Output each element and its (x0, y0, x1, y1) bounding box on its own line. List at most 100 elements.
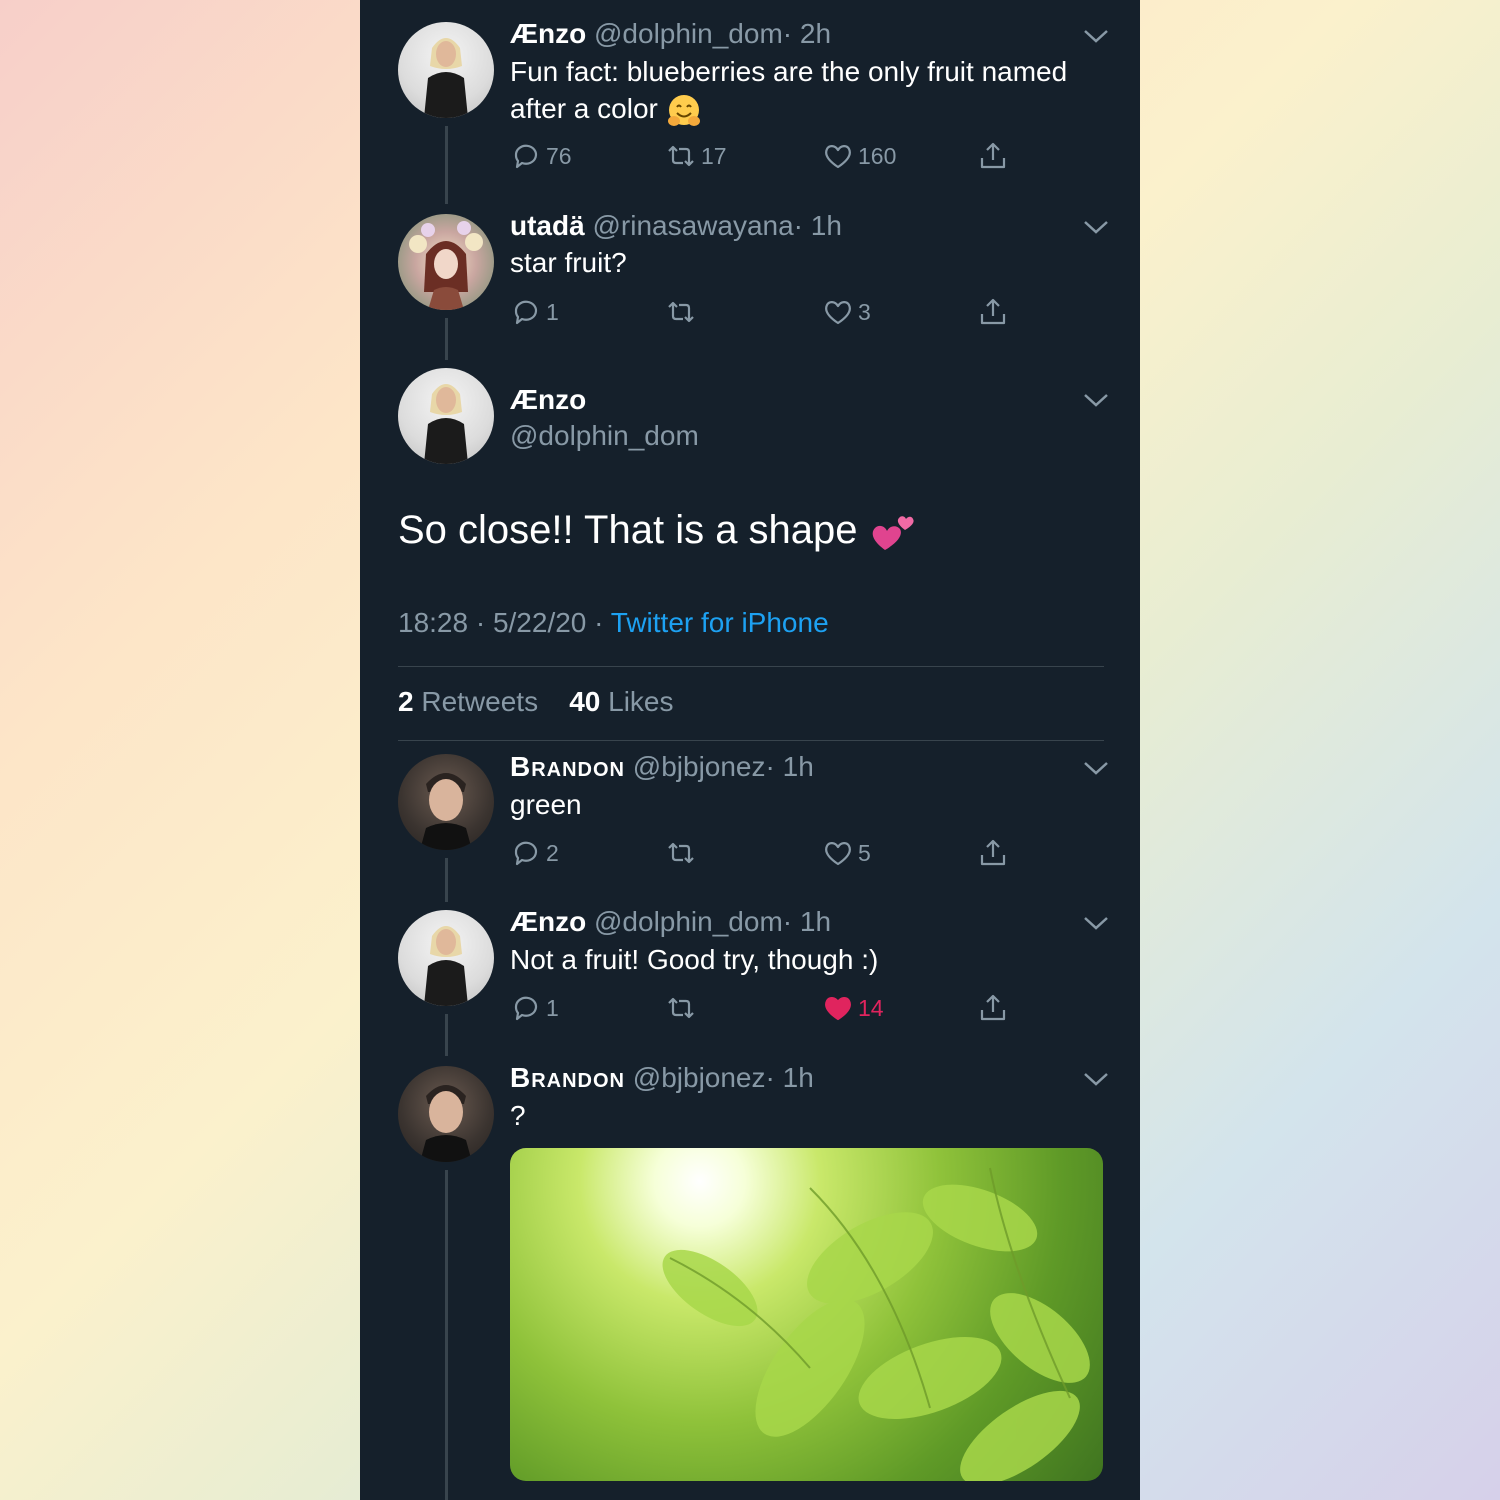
person-avatar-icon (409, 221, 483, 310)
reply-icon (514, 300, 538, 325)
like-count: 3 (858, 298, 871, 325)
reply-button[interactable]: 1 (510, 294, 559, 330)
reply-count: 76 (546, 142, 572, 169)
like-button[interactable]: 3 (822, 294, 871, 330)
retweet-button[interactable]: 17 (665, 138, 727, 174)
heart-icon (825, 145, 851, 169)
tweet-text-content: Fun fact: blueberries are the only fruit… (510, 56, 1068, 124)
reply-count: 1 (546, 994, 559, 1021)
divider (398, 740, 1104, 741)
avatar[interactable] (398, 1066, 494, 1162)
chevron-down-icon[interactable] (1082, 758, 1110, 778)
like-count: 14 (858, 994, 884, 1021)
chevron-down-icon[interactable] (1082, 913, 1110, 933)
like-label: Likes (608, 686, 674, 717)
timestamp[interactable]: · 1h (783, 906, 831, 937)
green-leaves-photo[interactable] (510, 1148, 1103, 1481)
tweet-actions: 1 14 (510, 990, 1030, 1026)
handle[interactable]: @bjbjonez (633, 1062, 766, 1093)
tweet-datetime: 18:28 · 5/22/20 · (398, 607, 604, 638)
handle[interactable]: @bjbjonez (633, 751, 766, 782)
chevron-down-icon[interactable] (1082, 1069, 1110, 1089)
retweet-icon (668, 145, 694, 167)
person-avatar-icon (424, 38, 468, 118)
reply-icon (514, 841, 538, 866)
tweet-header: Brandon @bjbjonez· 1h (510, 751, 1104, 783)
like-button[interactable]: 5 (822, 835, 871, 871)
display-name[interactable]: utadä (510, 210, 585, 241)
share-button[interactable] (977, 294, 1013, 330)
display-name[interactable]: Ænzo (510, 18, 586, 49)
retweets-stat[interactable]: 2 Retweets (398, 686, 538, 717)
like-button[interactable]: 14 (822, 990, 884, 1026)
share-icon (980, 839, 1006, 866)
hugging-face-icon (667, 94, 700, 126)
reply-count: 1 (546, 298, 559, 325)
like-count: 5 (858, 839, 871, 866)
thread-line (445, 858, 448, 902)
tweet-header: Ænzo @dolphin_dom· 1h (510, 906, 1104, 938)
tweet-text: Fun fact: blueberries are the only fruit… (510, 53, 1100, 129)
tweet-text: Not a fruit! Good try, though :) (510, 944, 879, 975)
person-avatar-icon (420, 773, 472, 850)
reply-icon (514, 144, 538, 169)
avatar[interactable] (398, 368, 494, 464)
tweet-header: utadä @rinasawayana· 1h (510, 210, 1104, 242)
share-button[interactable] (977, 138, 1013, 174)
display-name[interactable]: Ænzo (510, 384, 699, 416)
like-count: 160 (858, 142, 897, 169)
retweet-button[interactable] (665, 990, 701, 1026)
handle[interactable]: @dolphin_dom (594, 18, 783, 49)
share-icon (980, 298, 1006, 325)
timestamp[interactable]: · 2h (783, 18, 831, 49)
main-tweet-text-content: So close!! That is a shape (398, 508, 858, 552)
reply-icon (514, 996, 538, 1021)
like-button[interactable]: 160 (822, 138, 896, 174)
main-tweet-text: So close!! That is a shape (398, 508, 917, 554)
chevron-down-icon[interactable] (1082, 217, 1110, 237)
timestamp[interactable]: · 1h (766, 751, 814, 782)
display-name[interactable]: Brandon (510, 751, 625, 782)
display-name[interactable]: Brandon (510, 1062, 625, 1093)
tweet-header: Brandon @bjbjonez· 1h (510, 1062, 1104, 1094)
handle[interactable]: @dolphin_dom (594, 906, 783, 937)
avatar[interactable] (398, 22, 494, 118)
leaves-illustration (662, 1167, 1090, 1481)
handle[interactable]: @rinasawayana (592, 210, 793, 241)
likes-stat[interactable]: 40 Likes (569, 686, 673, 717)
tweet-actions: 76 17 160 (510, 138, 1030, 174)
thread-line (445, 126, 448, 204)
thread-line (445, 318, 448, 360)
tweet-stats: 2 Retweets 40 Likes (398, 686, 674, 718)
avatar[interactable] (398, 910, 494, 1006)
retweet-icon (668, 997, 694, 1019)
timestamp[interactable]: · 1h (766, 1062, 814, 1093)
heart-filled-icon (825, 997, 851, 1021)
retweet-count: 17 (701, 142, 727, 169)
heart-icon (825, 301, 851, 325)
timestamp[interactable]: · 1h (794, 210, 842, 241)
avatar[interactable] (398, 754, 494, 850)
like-total: 40 (569, 686, 601, 717)
retweet-icon (668, 842, 694, 864)
tweet-text: star fruit? (510, 247, 627, 278)
retweet-button[interactable] (665, 835, 701, 871)
retweet-icon (668, 301, 694, 323)
reply-button[interactable]: 76 (510, 138, 572, 174)
handle[interactable]: @dolphin_dom (510, 420, 699, 452)
share-button[interactable] (977, 835, 1013, 871)
divider (398, 666, 1104, 667)
avatar[interactable] (398, 214, 494, 310)
heart-icon (825, 842, 851, 866)
tweet-source-link[interactable]: Twitter for iPhone (611, 607, 829, 638)
share-button[interactable] (977, 990, 1013, 1026)
reply-button[interactable]: 1 (510, 990, 559, 1026)
chevron-down-icon[interactable] (1082, 26, 1110, 46)
retweet-button[interactable] (665, 294, 701, 330)
chevron-down-icon[interactable] (1082, 390, 1110, 410)
person-avatar-icon (420, 1085, 472, 1162)
reply-button[interactable]: 2 (510, 835, 559, 871)
thread-line (445, 1170, 448, 1500)
retweet-label: Retweets (421, 686, 539, 717)
display-name[interactable]: Ænzo (510, 906, 586, 937)
